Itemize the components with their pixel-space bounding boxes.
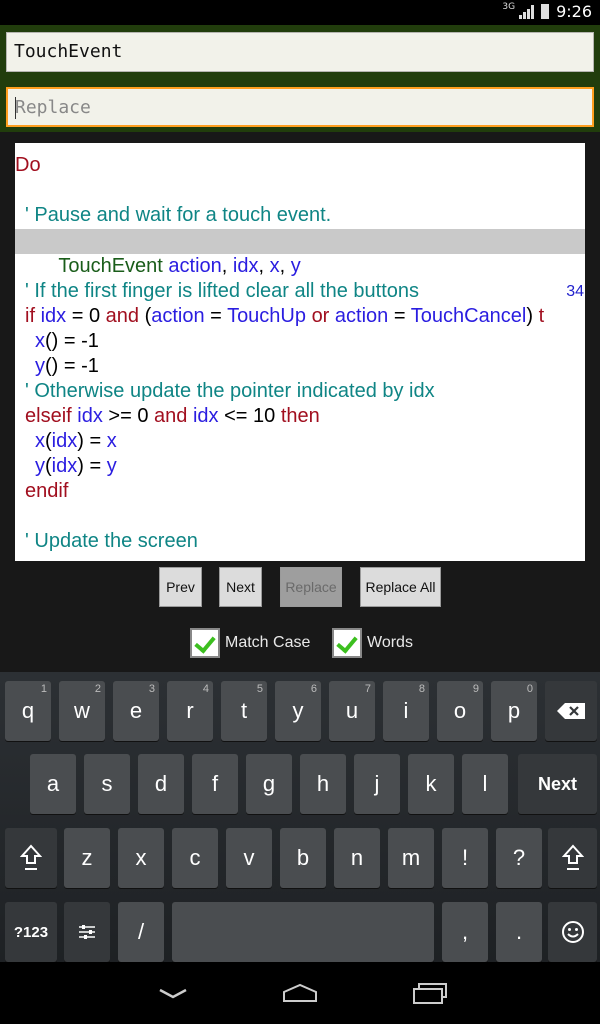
- code-text: ' If the first finger is lifted clear al…: [25, 280, 420, 302]
- key-h[interactable]: h: [300, 754, 346, 814]
- key-t[interactable]: 5t: [221, 681, 267, 741]
- text-caret: [15, 97, 16, 119]
- code-text: Do: [15, 154, 41, 176]
- back-button[interactable]: [148, 978, 198, 1008]
- code-line: ' Update the screen: [25, 529, 585, 554]
- code-line: elseif idx >= 0 and idx <= 10 then: [25, 405, 320, 427]
- key-exclamation[interactable]: !: [442, 828, 488, 888]
- words-option[interactable]: Words: [332, 628, 413, 658]
- key-f[interactable]: f: [192, 754, 238, 814]
- navigation-bar: [0, 962, 600, 1024]
- key-z[interactable]: z: [64, 828, 110, 888]
- key-v[interactable]: v: [226, 828, 272, 888]
- code-text: endif: [25, 480, 69, 502]
- code-line: Do: [15, 153, 585, 178]
- code-text: ' Otherwise update the pointer indicated…: [25, 380, 435, 402]
- next-button[interactable]: Next: [219, 567, 262, 607]
- code-line: x() = -1: [35, 330, 99, 352]
- back-icon: [159, 988, 187, 999]
- key-b[interactable]: b: [280, 828, 326, 888]
- settings-icon: [79, 925, 95, 939]
- key-g[interactable]: g: [246, 754, 292, 814]
- key-e[interactable]: 3e: [113, 681, 159, 741]
- words-label: Words: [367, 634, 413, 651]
- code-line: y(idx) = y: [35, 455, 117, 477]
- key-question[interactable]: ?: [496, 828, 542, 888]
- replace-input[interactable]: Replace: [6, 87, 594, 127]
- home-button[interactable]: [275, 978, 325, 1008]
- key-period[interactable]: .: [496, 902, 542, 962]
- replace-placeholder: Replace: [15, 97, 91, 118]
- emoji-icon: [561, 921, 584, 943]
- code-line: if idx = 0 and (action = TouchUp or acti…: [25, 305, 545, 327]
- key-k[interactable]: k: [408, 754, 454, 814]
- replace-all-button[interactable]: Replace All: [360, 567, 441, 607]
- signal-icon: [519, 4, 535, 19]
- match-case-option[interactable]: Match Case: [190, 628, 310, 658]
- code-line: ' If the first finger is lifted clear al…: [25, 279, 585, 304]
- key-w[interactable]: 2w: [59, 681, 105, 741]
- search-panel: TouchEvent Replace: [0, 25, 600, 132]
- key-r[interactable]: 4r: [167, 681, 213, 741]
- key-n[interactable]: n: [334, 828, 380, 888]
- backspace-icon: [557, 703, 585, 719]
- code-text: ' Pause and wait for a touch event.: [25, 204, 332, 226]
- replace-button[interactable]: Replace: [280, 567, 342, 607]
- recents-button[interactable]: [405, 978, 455, 1008]
- shift-icon: [20, 844, 42, 870]
- recents-icon: [413, 983, 447, 1004]
- prev-button[interactable]: Prev: [159, 567, 202, 607]
- symbols-key[interactable]: ?123: [5, 902, 57, 962]
- code-text: ' Update the screen: [25, 530, 198, 552]
- key-q[interactable]: 1q: [5, 681, 51, 741]
- emoji-key[interactable]: [548, 902, 597, 962]
- keyboard-settings-key[interactable]: [64, 902, 110, 962]
- key-u[interactable]: 7u: [329, 681, 375, 741]
- key-j[interactable]: j: [354, 754, 400, 814]
- key-s[interactable]: s: [84, 754, 130, 814]
- match-case-checkbox[interactable]: [190, 628, 220, 658]
- soft-keyboard: 1q 2w 3e 4r 5t 6y 7u 8i 9o 0p a s d f g …: [0, 672, 600, 962]
- code-editor[interactable]: Do ' Pause and wait for a touch event. T…: [15, 143, 585, 561]
- find-input[interactable]: TouchEvent: [6, 32, 594, 72]
- status-bar: 3G 9:26: [0, 0, 600, 25]
- key-c[interactable]: c: [172, 828, 218, 888]
- key-d[interactable]: d: [138, 754, 184, 814]
- key-x[interactable]: x: [118, 828, 164, 888]
- shift-key-right[interactable]: [548, 828, 597, 888]
- code-line: endif: [25, 479, 585, 504]
- key-comma[interactable]: ,: [442, 902, 488, 962]
- key-l[interactable]: l: [462, 754, 508, 814]
- code-line: y() = -1: [35, 355, 99, 377]
- code-line-highlighted: TouchEvent action, idx, x, y 34: [15, 229, 585, 300]
- key-slash[interactable]: /: [118, 902, 164, 962]
- code-line: x(idx) = x: [35, 430, 117, 452]
- battery-icon: [541, 4, 550, 19]
- shift-key-left[interactable]: [5, 828, 57, 888]
- key-a[interactable]: a: [30, 754, 76, 814]
- network-type: 3G: [502, 2, 516, 12]
- next-key[interactable]: Next: [518, 754, 597, 814]
- match-case-label: Match Case: [225, 634, 311, 651]
- shift-icon: [561, 844, 584, 870]
- key-o[interactable]: 9o: [437, 681, 483, 741]
- key-y[interactable]: 6y: [275, 681, 321, 741]
- words-checkbox[interactable]: [332, 628, 362, 658]
- code-line: ' Otherwise update the pointer indicated…: [25, 379, 585, 404]
- key-i[interactable]: 8i: [383, 681, 429, 741]
- status-time: 9:26: [556, 2, 592, 21]
- key-m[interactable]: m: [388, 828, 434, 888]
- code-line: ' Pause and wait for a touch event.: [25, 203, 585, 228]
- backspace-key[interactable]: [545, 681, 597, 741]
- home-icon: [283, 983, 317, 1002]
- key-p[interactable]: 0p: [491, 681, 537, 741]
- space-bar[interactable]: [172, 902, 434, 962]
